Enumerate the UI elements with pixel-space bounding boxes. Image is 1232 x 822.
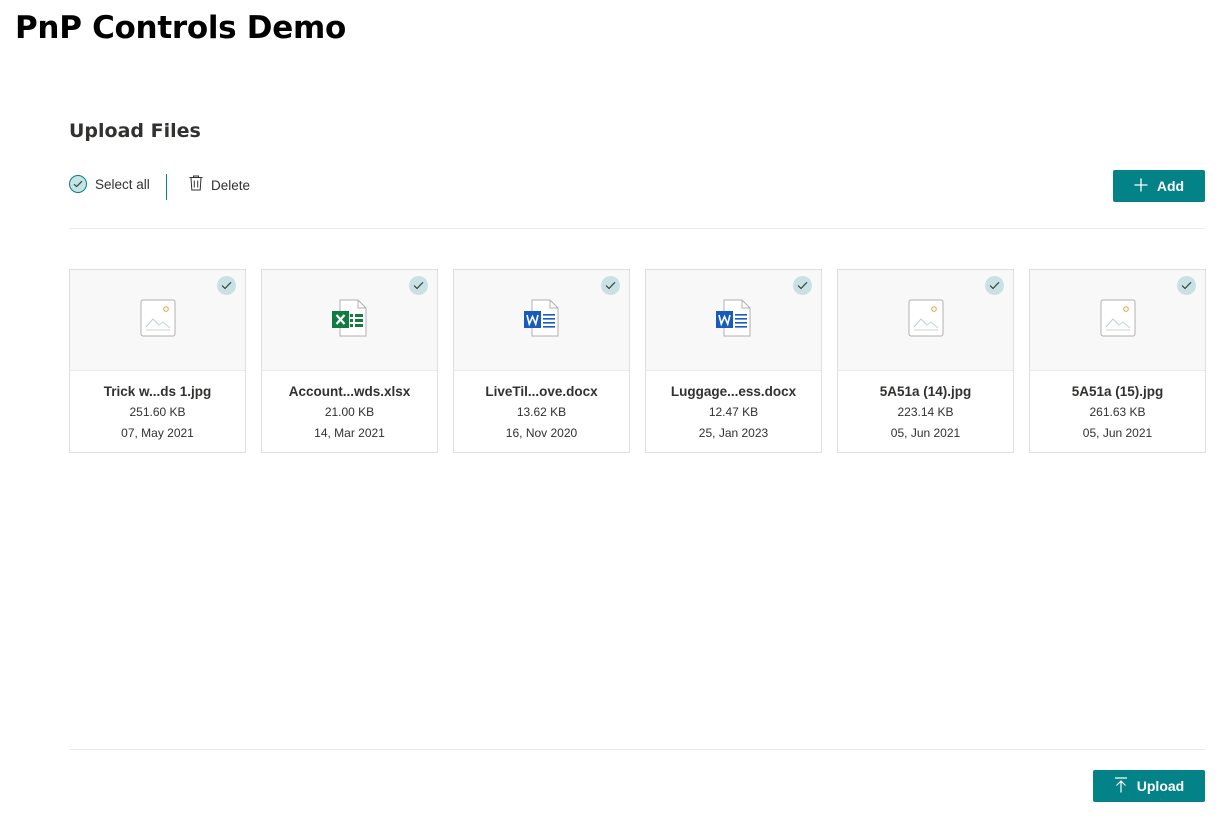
file-card[interactable]: Account...wds.xlsx 21.00 KB 14, Mar 2021	[261, 269, 438, 453]
file-card[interactable]: Trick w...ds 1.jpg 251.60 KB 07, May 2021	[69, 269, 246, 453]
plus-icon	[1134, 178, 1148, 195]
check-circle-icon	[69, 175, 87, 193]
file-size: 21.00 KB	[324, 405, 375, 419]
excel-icon	[331, 299, 369, 342]
file-name: 5A51a (14).jpg	[879, 384, 972, 399]
image-icon	[908, 299, 944, 342]
file-date: 14, Mar 2021	[314, 426, 385, 440]
file-name: Trick w...ds 1.jpg	[103, 384, 212, 399]
file-size: 223.14 KB	[897, 405, 954, 419]
file-size: 261.63 KB	[1089, 405, 1146, 419]
file-preview	[454, 270, 629, 371]
file-preview	[838, 270, 1013, 371]
checkmark-icon[interactable]	[601, 276, 620, 295]
checkmark-icon[interactable]	[985, 276, 1004, 295]
toolbar-separator	[166, 174, 167, 200]
select-all-button[interactable]: Select all	[69, 175, 150, 193]
footer-divider	[69, 749, 1205, 750]
file-card[interactable]: Luggage...ess.docx 12.47 KB 25, Jan 2023	[645, 269, 822, 453]
trash-icon	[189, 175, 203, 196]
file-size: 13.62 KB	[516, 405, 567, 419]
file-name: LiveTil...ove.docx	[485, 384, 598, 399]
file-card[interactable]: LiveTil...ove.docx 13.62 KB 16, Nov 2020	[453, 269, 630, 453]
page-title: PnP Controls Demo	[15, 10, 346, 46]
checkmark-icon[interactable]	[793, 276, 812, 295]
file-preview	[262, 270, 437, 371]
toolbar-divider	[69, 228, 1205, 229]
file-name: Luggage...ess.docx	[670, 384, 797, 399]
upload-button[interactable]: Upload	[1093, 770, 1205, 802]
checkmark-icon[interactable]	[217, 276, 236, 295]
file-preview	[1030, 270, 1205, 371]
file-card[interactable]: 5A51a (14).jpg 223.14 KB 05, Jun 2021	[837, 269, 1014, 453]
file-grid: Trick w...ds 1.jpg 251.60 KB 07, May 2021 A…	[69, 269, 1206, 453]
upload-arrow-icon	[1114, 776, 1128, 796]
file-size: 12.47 KB	[708, 405, 759, 419]
file-preview	[646, 270, 821, 371]
delete-button[interactable]: Delete	[189, 175, 250, 196]
checkmark-icon[interactable]	[409, 276, 428, 295]
add-button[interactable]: Add	[1113, 170, 1205, 202]
file-name: 5A51a (15).jpg	[1071, 384, 1164, 399]
file-preview	[70, 270, 245, 371]
file-date: 16, Nov 2020	[505, 426, 578, 440]
file-size: 251.60 KB	[129, 405, 186, 419]
select-all-label: Select all	[95, 176, 150, 192]
file-date: 07, May 2021	[121, 426, 194, 440]
file-date: 05, Jun 2021	[1082, 426, 1153, 440]
section-title: Upload Files	[69, 120, 201, 142]
file-date: 05, Jun 2021	[890, 426, 961, 440]
word-icon	[523, 299, 561, 342]
checkmark-icon[interactable]	[1177, 276, 1196, 295]
word-icon	[715, 299, 753, 342]
toolbar: Select all Delete Add	[69, 170, 1205, 204]
delete-label: Delete	[211, 178, 251, 193]
image-icon	[1100, 299, 1136, 342]
add-label: Add	[1156, 178, 1185, 194]
upload-label: Upload	[1136, 778, 1185, 794]
file-card[interactable]: 5A51a (15).jpg 261.63 KB 05, Jun 2021	[1029, 269, 1206, 453]
image-icon	[140, 299, 176, 342]
file-date: 25, Jan 2023	[698, 426, 769, 440]
file-name: Account...wds.xlsx	[288, 384, 411, 399]
